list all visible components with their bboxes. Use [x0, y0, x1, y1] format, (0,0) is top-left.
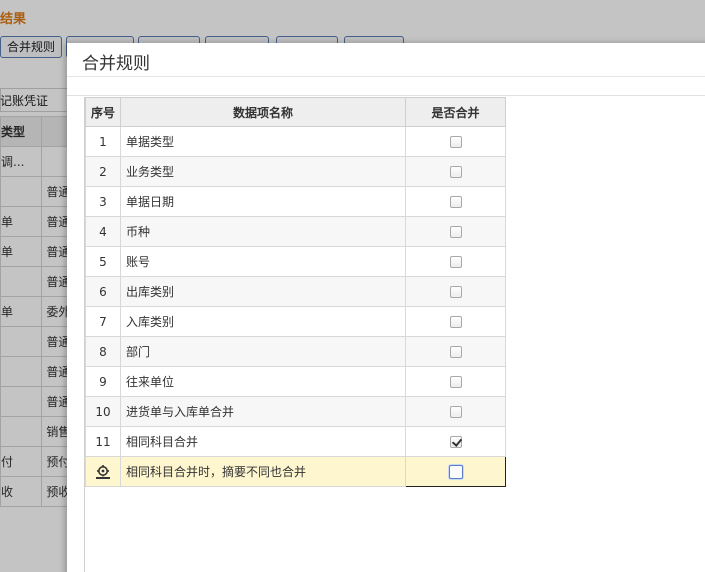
row-name: 进货单与入库单合并 — [120, 396, 406, 427]
grid-row[interactable]: 9 往来单位 — [85, 366, 506, 397]
row-name: 单据日期 — [120, 186, 406, 217]
column-header-merge: 是否合并 — [405, 97, 506, 127]
row-seq: 6 — [85, 276, 121, 307]
rules-grid: 序号 数据项名称 是否合并 1 单据类型 2 业务类型 3 单据日期 4 币种 5 账号 … — [85, 97, 506, 487]
row-edit-icon[interactable] — [95, 464, 111, 480]
column-header-seq: 序号 — [85, 97, 121, 127]
row-name: 入库类别 — [120, 306, 406, 337]
row-name: 单据类型 — [120, 126, 406, 157]
row-seq: 4 — [85, 216, 121, 247]
merge-checkbox[interactable] — [449, 286, 462, 298]
grid-row[interactable]: 11 相同科目合并 — [85, 426, 506, 457]
row-name: 相同科目合并时，摘要不同也合并 — [120, 456, 406, 487]
row-seq: 3 — [85, 186, 121, 217]
row-name: 账号 — [120, 246, 406, 277]
grid-row[interactable]: 6 出库类别 — [85, 276, 506, 307]
grid-row[interactable]: 3 单据日期 — [85, 186, 506, 217]
rules-grid-container: 序号 数据项名称 是否合并 1 单据类型 2 业务类型 3 单据日期 4 币种 5 账号 … — [84, 97, 506, 572]
row-name: 出库类别 — [120, 276, 406, 307]
merge-checkbox[interactable] — [449, 436, 462, 448]
merge-checkbox[interactable] — [449, 196, 462, 208]
merge-checkbox[interactable] — [449, 166, 462, 178]
merge-checkbox[interactable] — [449, 346, 462, 358]
grid-row[interactable]: 7 入库类别 — [85, 306, 506, 337]
dialog-title: 合并规则 — [82, 54, 150, 74]
row-seq: 2 — [85, 156, 121, 187]
grid-row[interactable]: 4 币种 — [85, 216, 506, 247]
row-seq: 5 — [85, 246, 121, 277]
row-name: 币种 — [120, 216, 406, 247]
grid-row[interactable]: 1 单据类型 — [85, 126, 506, 157]
row-name: 往来单位 — [120, 366, 406, 397]
dialog-header: 合并规则 — [67, 43, 705, 77]
merge-checkbox[interactable] — [449, 376, 462, 388]
merge-checkbox-active[interactable] — [448, 464, 463, 479]
merge-checkbox[interactable] — [449, 226, 462, 238]
dialog-body: 序号 数据项名称 是否合并 1 单据类型 2 业务类型 3 单据日期 4 币种 5 账号 … — [67, 95, 705, 572]
grid-row[interactable]: 10 进货单与入库单合并 — [85, 396, 506, 427]
row-seq: 7 — [85, 306, 121, 337]
grid-row-active[interactable]: 相同科目合并时，摘要不同也合并 — [85, 456, 506, 487]
row-seq: 10 — [85, 396, 121, 427]
merge-checkbox[interactable] — [449, 256, 462, 268]
row-seq: 9 — [85, 366, 121, 397]
grid-row[interactable]: 8 部门 — [85, 336, 506, 367]
merge-checkbox[interactable] — [449, 316, 462, 328]
column-header-name: 数据项名称 — [120, 97, 406, 127]
merge-checkbox[interactable] — [449, 136, 462, 148]
grid-header-row: 序号 数据项名称 是否合并 — [85, 97, 506, 127]
grid-row[interactable]: 2 业务类型 — [85, 156, 506, 187]
merge-checkbox[interactable] — [449, 406, 462, 418]
row-seq: 11 — [85, 426, 121, 457]
row-seq: 1 — [85, 126, 121, 157]
row-seq: 8 — [85, 336, 121, 367]
row-name: 部门 — [120, 336, 406, 367]
merge-rules-dialog: 合并规则 序号 数据项名称 是否合并 1 单据类型 2 业务类型 3 单据日期 4 币种 — [67, 43, 705, 572]
row-name: 业务类型 — [120, 156, 406, 187]
row-name: 相同科目合并 — [120, 426, 406, 457]
grid-row[interactable]: 5 账号 — [85, 246, 506, 277]
